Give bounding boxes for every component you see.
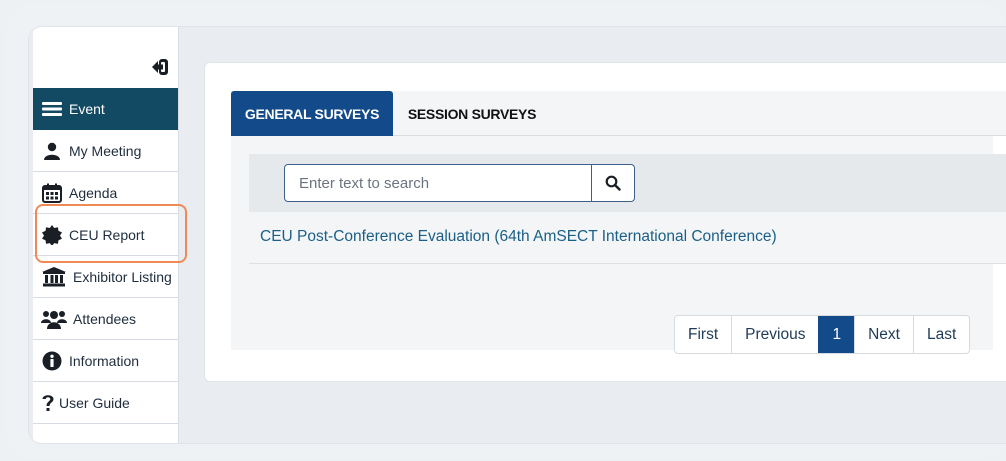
user-icon — [41, 141, 63, 161]
calendar-icon — [41, 183, 63, 203]
sidebar-item-agenda[interactable]: Agenda — [33, 172, 178, 214]
search-button[interactable] — [591, 165, 634, 201]
sidebar-item-label: User Guide — [59, 394, 130, 411]
sidebar-item-event[interactable]: Event — [33, 88, 178, 130]
search-bar-area — [249, 154, 1006, 212]
sidebar: Event My Meeting Agenda CEU Report Exhib — [33, 27, 179, 443]
sidebar-item-label: Attendees — [73, 310, 137, 327]
tab-session-surveys[interactable]: SESSION SURVEYS — [393, 91, 551, 136]
sidebar-item-information[interactable]: Information — [33, 340, 178, 382]
search-box — [284, 164, 635, 202]
sidebar-item-label: Exhibitor Listing — [73, 268, 172, 285]
collapse-sidebar-button[interactable] — [150, 57, 170, 77]
sign-out-arrow-icon — [152, 59, 168, 75]
users-group-icon — [41, 309, 67, 329]
bank-building-icon — [41, 266, 67, 287]
sidebar-item-ceu-report[interactable]: CEU Report — [33, 214, 178, 256]
sidebar-item-my-meeting[interactable]: My Meeting — [33, 130, 178, 172]
surveys-panel: GENERAL SURVEYS SESSION SURVEYS CEU Post… — [231, 91, 1006, 354]
hamburger-menu-icon — [41, 99, 63, 119]
pagination-last-button[interactable]: Last — [912, 316, 969, 353]
survey-tabs: GENERAL SURVEYS SESSION SURVEYS — [231, 91, 1006, 136]
sidebar-item-attendees[interactable]: Attendees — [33, 298, 178, 340]
search-icon — [605, 175, 621, 191]
list-item: CEU Post-Conference Evaluation (64th AmS… — [249, 212, 1006, 264]
pagination: First Previous 1 Next Last — [674, 315, 971, 354]
sidebar-item-label: Event — [69, 101, 105, 117]
pagination-previous-button[interactable]: Previous — [731, 316, 818, 353]
pagination-next-button[interactable]: Next — [854, 316, 913, 353]
search-input[interactable] — [285, 165, 634, 201]
sidebar-item-user-guide[interactable]: User Guide — [33, 382, 178, 424]
pagination-first-button[interactable]: First — [675, 316, 731, 353]
sidebar-item-label: My Meeting — [69, 142, 142, 159]
survey-link[interactable]: CEU Post-Conference Evaluation (64th AmS… — [260, 228, 777, 246]
certificate-badge-icon — [41, 224, 63, 245]
info-circle-icon — [41, 351, 63, 371]
pagination-page-1[interactable]: 1 — [818, 316, 855, 353]
sidebar-item-label: Information — [69, 352, 140, 369]
question-mark-icon — [41, 393, 55, 413]
sidebar-item-label: CEU Report — [69, 226, 145, 243]
sidebar-item-label: Agenda — [69, 184, 118, 201]
sidebar-item-exhibitor-listing[interactable]: Exhibitor Listing — [33, 256, 178, 298]
tab-general-surveys[interactable]: GENERAL SURVEYS — [231, 91, 393, 136]
